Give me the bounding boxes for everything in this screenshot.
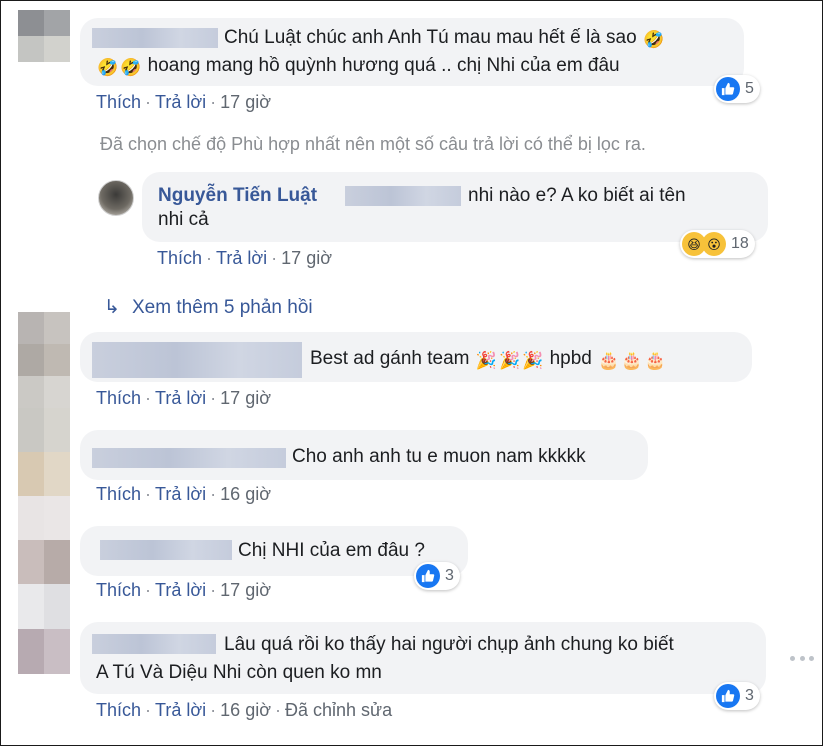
timestamp[interactable]: 16 giờ — [220, 700, 271, 720]
redacted-author-name — [100, 540, 232, 560]
comment-text-line1: nhi nào e? A ko biết ai tên — [468, 185, 686, 206]
cake-emoji: 🎂 — [598, 351, 620, 370]
party-popper-emoji: 🎉 — [475, 351, 497, 370]
avatar[interactable] — [18, 408, 70, 496]
timestamp[interactable]: 17 giờ — [220, 92, 271, 112]
comment-actions: Thích · Trả lời · 17 giờ — [96, 92, 272, 112]
reaction-summary[interactable]: 5 — [714, 75, 760, 103]
comment-text-line2: nhi cả — [158, 209, 209, 230]
avatar[interactable] — [18, 584, 70, 674]
comment-text-line2: A Tú Và Diệu Nhi còn quen ko mn — [96, 662, 382, 683]
reaction-count: 3 — [445, 567, 454, 584]
reaction-count: 18 — [731, 235, 749, 252]
redacted-author-name — [92, 342, 302, 378]
like-link[interactable]: Thích — [96, 388, 141, 408]
comment-actions: Thích · Trả lời · 16 giờ · Đã chỉnh sửa — [96, 700, 393, 720]
comment-text-line2: 🤣 🤣 hoang mang hồ quỳnh hương quá .. chị … — [97, 55, 620, 77]
reaction-count: 3 — [745, 687, 754, 704]
avatar[interactable] — [98, 180, 134, 216]
redacted-author-name — [92, 448, 286, 468]
comment-actions: Thích · Trả lời · 16 giờ — [96, 484, 272, 504]
party-popper-emoji: 🎉 — [498, 351, 521, 370]
timestamp[interactable]: 17 giờ — [220, 580, 271, 600]
comment-text: Best ad gánh team 🎉 🎉 🎉 hpbd 🎂 🎂 🎂 — [310, 348, 666, 370]
comment-text: Cho anh anh tu e muon nam kkkkk — [292, 446, 586, 467]
like-link[interactable]: Thích — [157, 248, 202, 268]
reaction-summary[interactable]: 😆 😮 18 — [680, 230, 755, 258]
like-link[interactable]: Thích — [96, 92, 141, 112]
comment-author[interactable]: Nguyễn Tiến Luật — [158, 185, 317, 206]
comment-text-line1: Lâu quá rồi ko thấy hai người chụp ảnh c… — [224, 634, 674, 655]
comment-text: Chị NHI của em đâu ? — [238, 540, 425, 561]
party-popper-emoji: 🎉 — [522, 351, 544, 370]
avatar[interactable] — [18, 312, 70, 408]
redacted-author-name — [92, 634, 216, 654]
like-link[interactable]: Thích — [96, 484, 141, 504]
like-link[interactable]: Thích — [96, 580, 141, 600]
avatar[interactable] — [18, 10, 70, 62]
rofl-emoji: 🤣 — [642, 30, 665, 49]
like-icon — [416, 564, 440, 588]
reaction-summary[interactable]: 3 — [714, 682, 760, 710]
timestamp[interactable]: 17 giờ — [281, 248, 332, 268]
reply-link[interactable]: Trả lời — [155, 92, 206, 112]
like-icon — [716, 77, 740, 101]
cake-emoji: 🎂 — [644, 351, 666, 370]
like-icon — [716, 684, 740, 708]
cake-emoji: 🎂 — [621, 351, 643, 370]
comment-text: Chú Luật chúc anh Anh Tú mau mau hết ế l… — [224, 27, 665, 49]
wow-icon: 😮 — [702, 232, 726, 256]
reaction-count: 5 — [745, 80, 754, 97]
filter-notice: Đã chọn chế độ Phù hợp nhất nên một số c… — [100, 134, 646, 154]
more-options-icon[interactable] — [790, 656, 814, 664]
redacted-author-name — [92, 28, 218, 48]
reply-link[interactable]: Trả lời — [155, 388, 206, 408]
rofl-emoji: 🤣 — [120, 58, 142, 77]
reply-link[interactable]: Trả lời — [155, 700, 206, 720]
edited-label[interactable]: Đã chỉnh sửa — [285, 700, 392, 720]
redacted-tagged-name — [345, 186, 461, 206]
avatar[interactable] — [18, 496, 70, 584]
reaction-summary[interactable]: 3 — [414, 562, 460, 590]
reply-link[interactable]: Trả lời — [155, 580, 206, 600]
reply-link[interactable]: Trả lời — [216, 248, 267, 268]
view-more-replies[interactable]: ↳ Xem thêm 5 phản hồi — [104, 296, 313, 319]
like-link[interactable]: Thích — [96, 700, 141, 720]
reply-arrow-icon: ↳ — [104, 297, 120, 318]
comment-actions: Thích · Trả lời · 17 giờ — [157, 248, 333, 268]
timestamp[interactable]: 16 giờ — [220, 484, 271, 504]
comment-actions: Thích · Trả lời · 17 giờ — [96, 388, 272, 408]
comment-text: Nguyễn Tiến Luật — [158, 182, 317, 209]
rofl-emoji: 🤣 — [97, 58, 119, 77]
comment-actions: Thích · Trả lời · 17 giờ — [96, 580, 272, 600]
timestamp[interactable]: 17 giờ — [220, 388, 271, 408]
reply-link[interactable]: Trả lời — [155, 484, 206, 504]
